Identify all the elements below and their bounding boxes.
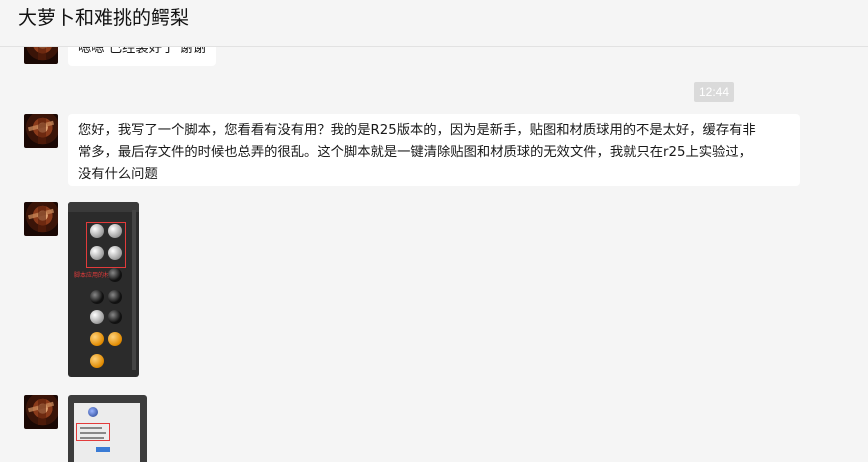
chat-title: 大萝卜和难挑的鳄梨 (18, 7, 190, 29)
message-text-line: 常多，最后存文件的时候也总弄的很乱。这个脚本就是一键清除贴图和材质球的无效文件，… (78, 145, 752, 160)
message-text-line: 您好，我写了一个脚本，您看看有没有用？我的是R25版本的，因为是新手，贴图和材质… (78, 123, 756, 138)
material-sphere-icon (90, 354, 104, 368)
message-timestamp: 12:44 (694, 82, 734, 102)
dialog-text-line (80, 427, 102, 429)
dialog-text-line (80, 432, 106, 434)
panel-toolbar (68, 202, 139, 212)
dialog-text-line (80, 437, 104, 439)
image-message-dialog[interactable] (68, 395, 147, 462)
chat-title-bar: 大萝卜和难挑的鳄梨 (0, 0, 868, 47)
material-sphere-icon (108, 332, 122, 346)
panel-scrollbar (132, 210, 136, 370)
app-logo-icon (88, 407, 98, 417)
highlight-box (86, 222, 126, 268)
dialog-ok-button (96, 447, 110, 452)
contact-avatar[interactable] (24, 395, 58, 429)
material-sphere-icon (90, 310, 104, 324)
message-bubble[interactable]: 您好，我写了一个脚本，您看看有没有用？我的是R25版本的，因为是新手，贴图和材质… (68, 114, 800, 186)
material-sphere-icon (90, 332, 104, 346)
material-sphere-icon (90, 290, 104, 304)
material-sphere-icon (108, 310, 122, 324)
material-sphere-icon (108, 268, 122, 282)
message-text-line: 没有什么问题 (78, 167, 158, 182)
contact-avatar[interactable] (24, 114, 58, 148)
material-sphere-icon (108, 290, 122, 304)
image-message-material-panel[interactable]: 脚本应用的材质 (68, 202, 139, 377)
chat-area: 嗯嗯 已经装好了 谢谢 12:44 您好，我写了一个脚本，您看看有没有用？我的是… (0, 0, 868, 462)
contact-avatar[interactable] (24, 202, 58, 236)
